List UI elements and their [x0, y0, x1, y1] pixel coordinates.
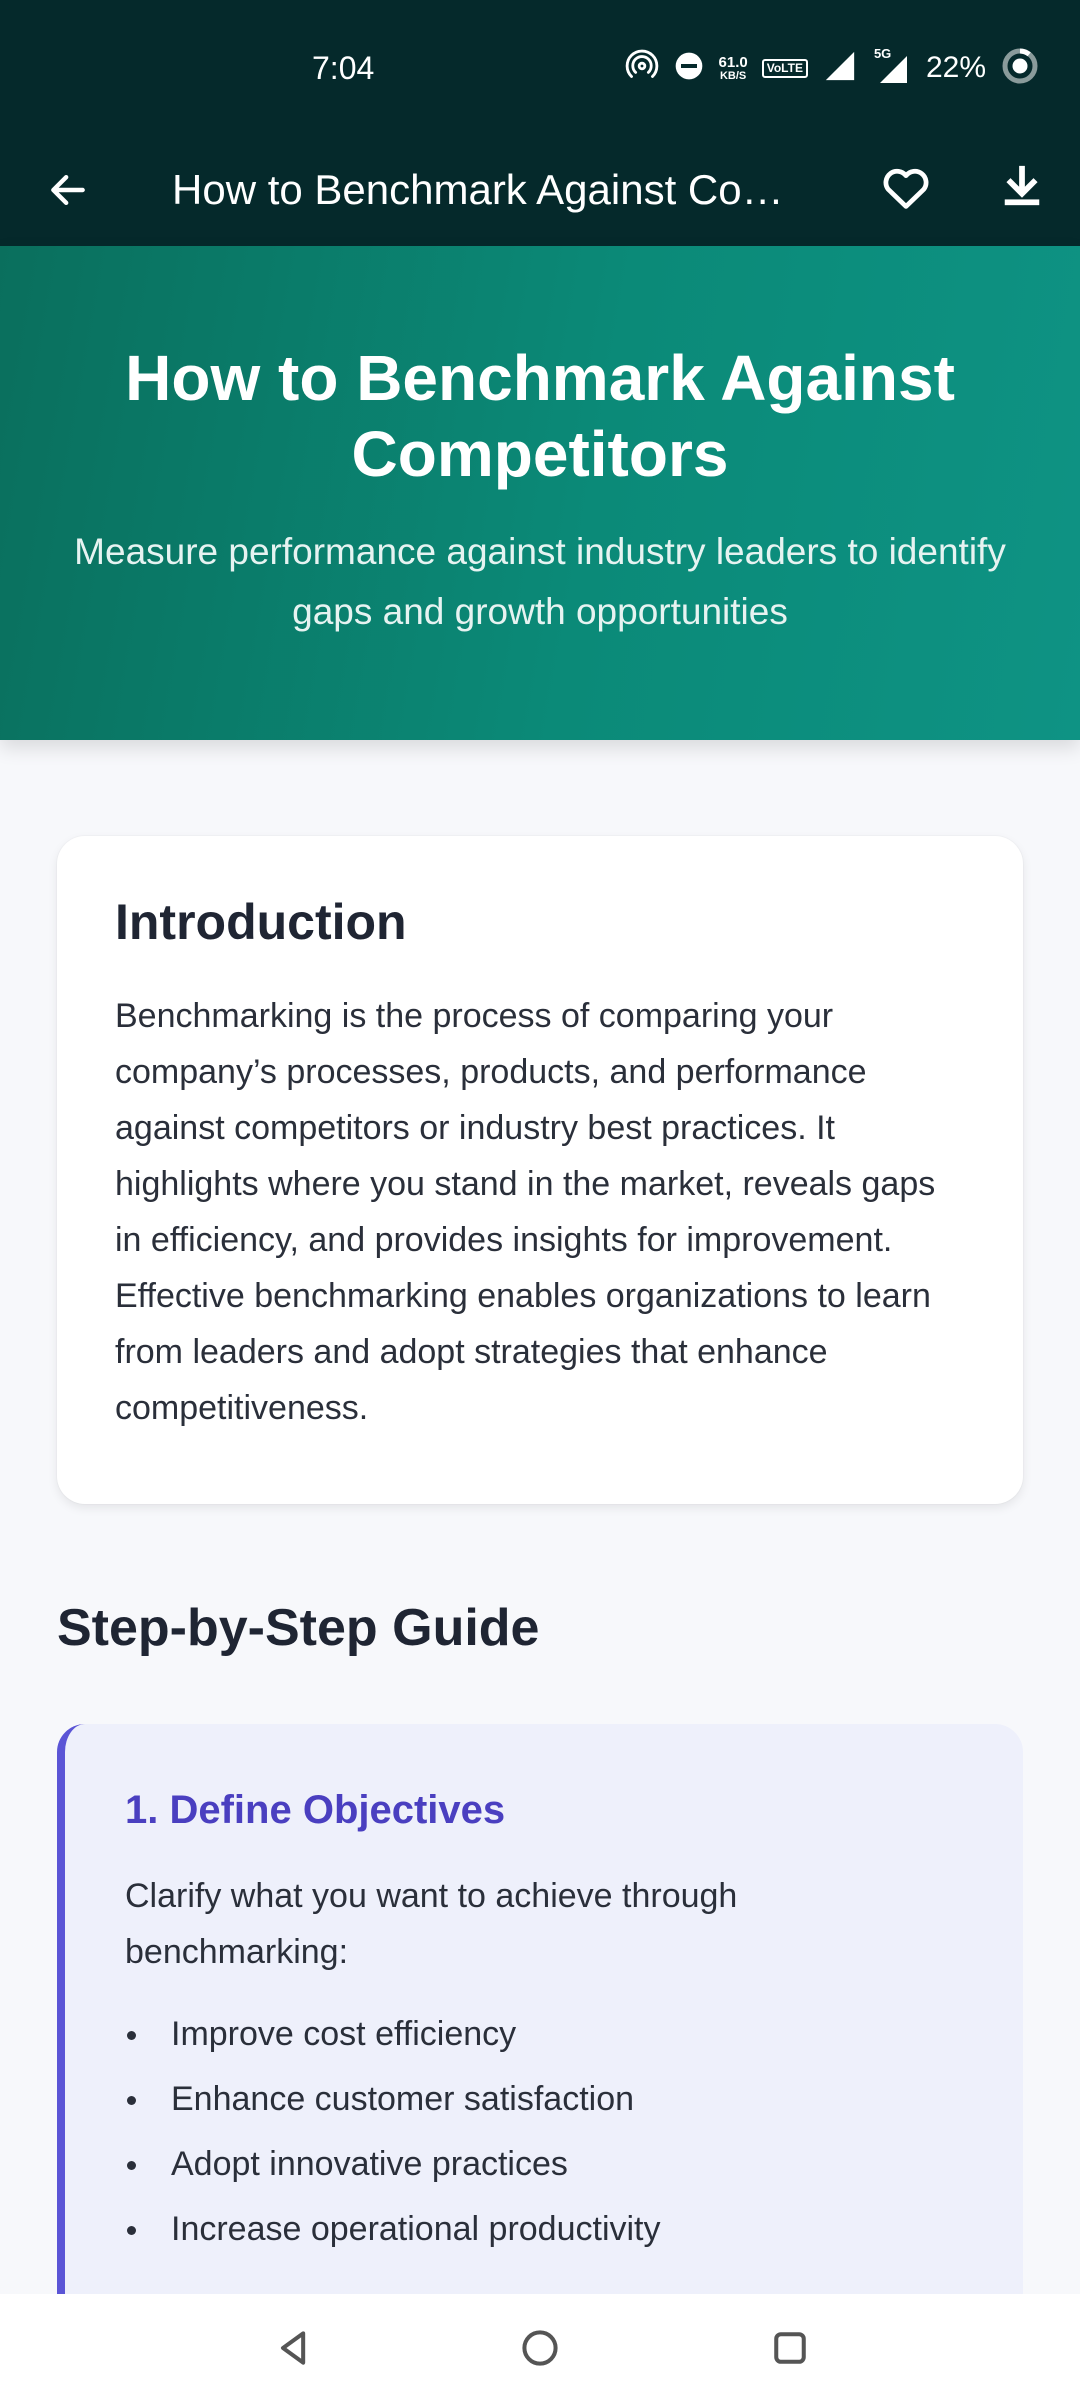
download-icon — [1004, 165, 1040, 206]
intro-card: Introduction Benchmarking is the process… — [57, 836, 1023, 1504]
list-item: Increase operational productivity — [125, 2197, 965, 2262]
app-bar-title: How to Benchmark Against Co… — [172, 166, 784, 213]
list-item: Enhance customer satisfaction — [125, 2067, 965, 2132]
triangle-back-icon — [280, 2331, 306, 2365]
step-description: Clarify what you want to achieve through… — [125, 1877, 738, 1971]
hero-title: How to Benchmark Against Competitors — [125, 342, 955, 490]
step-list: Improve cost efficiency Enhance customer… — [125, 2002, 965, 2262]
top-bar: 7:04 61.0 KB/S VoLTE 5G 22% How to Bench… — [0, 0, 1080, 246]
nav-recents-button[interactable] — [758, 2316, 822, 2380]
guide-title: Step-by-Step Guide — [57, 1599, 540, 1657]
intro-body: Benchmarking is the process of comparing… — [115, 997, 936, 1427]
dnd-icon — [673, 50, 705, 87]
hero-subtitle: Measure performance against industry lea… — [74, 531, 1006, 632]
app-bar: How to Benchmark Against Co… — [0, 140, 1080, 246]
nav-back-button[interactable] — [262, 2316, 326, 2380]
favorite-button[interactable] — [874, 156, 938, 220]
list-item: Improve cost efficiency — [125, 2002, 965, 2067]
square-recents-icon — [774, 2332, 806, 2364]
arrow-left-icon — [51, 174, 85, 206]
battery-text: 22% — [925, 51, 986, 84]
heart-icon — [883, 168, 929, 209]
signal-5g-icon: 5G — [872, 46, 912, 86]
system-nav-bar — [0, 2294, 1080, 2400]
step-card: 1. Define Objectives Clarify what you wa… — [57, 1724, 1023, 2324]
signal-icon — [822, 49, 858, 88]
nav-home-button[interactable] — [508, 2316, 572, 2380]
hotspot-icon — [625, 49, 659, 88]
list-item: Adopt innovative practices — [125, 2132, 965, 2197]
intro-title: Introduction — [115, 894, 407, 950]
circle-home-icon — [522, 2330, 558, 2366]
net-speed: 61.0 KB/S — [718, 53, 748, 82]
back-button[interactable] — [36, 158, 100, 222]
download-button[interactable] — [990, 154, 1054, 218]
hero-banner: How to Benchmark Against Competitors Mea… — [0, 246, 1080, 740]
status-bar: 7:04 61.0 KB/S VoLTE 5G 22% — [0, 0, 1080, 140]
step-title: 1. Define Objectives — [125, 1788, 506, 1832]
battery-icon — [1000, 46, 1040, 91]
status-time: 7:04 — [312, 50, 375, 86]
status-icons: 61.0 KB/S VoLTE 5G 22% — [625, 46, 1040, 90]
volte-badge: VoLTE — [761, 58, 808, 78]
